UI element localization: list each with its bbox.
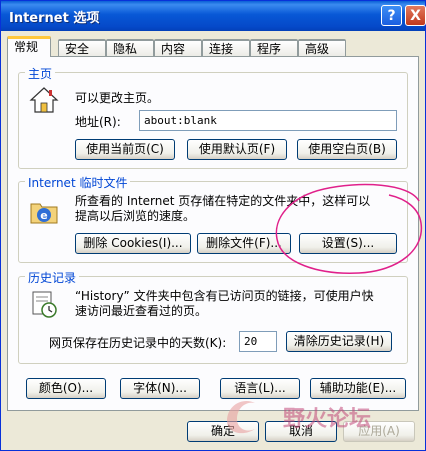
tab-security[interactable]: 安全 bbox=[58, 39, 106, 56]
fonts-button[interactable]: 字体(N)... bbox=[120, 378, 200, 399]
accessibility-button[interactable]: 辅助功能(E)... bbox=[310, 378, 406, 399]
clear-history-button[interactable]: 清除历史记录(H) bbox=[286, 331, 392, 352]
home-page-group: 主页 可以更改主页。 地址(R): about:blank 使用当前页(C) 使… bbox=[18, 65, 408, 169]
use-current-button[interactable]: 使用当前页(C) bbox=[75, 139, 175, 160]
help-button[interactable]: ? bbox=[381, 5, 402, 26]
tab-advanced[interactable]: 高级 bbox=[298, 39, 346, 56]
home-group-label: 主页 bbox=[25, 65, 56, 82]
window-title: Internet 选项 bbox=[9, 11, 100, 26]
history-group: 历史记录 “History” 文件夹中包含有已访问页的链接，可使用户快 速访问最… bbox=[18, 269, 408, 364]
tab-programs[interactable]: 程序 bbox=[250, 39, 298, 56]
close-button[interactable]: X bbox=[405, 5, 426, 26]
colors-button[interactable]: 颜色(O)... bbox=[26, 378, 106, 399]
history-clock-icon bbox=[32, 291, 57, 318]
use-blank-button[interactable]: 使用空白页(B) bbox=[297, 139, 397, 160]
history-days-label: 网页保存在历史记录中的天数(K): bbox=[49, 336, 227, 350]
delete-cookies-button[interactable]: 删除 Cookies(I)... bbox=[75, 233, 191, 254]
annotation-circle bbox=[275, 183, 423, 274]
home-address-input[interactable]: about:blank bbox=[139, 110, 397, 131]
tab-connections[interactable]: 连接 bbox=[202, 39, 250, 56]
address-label: 地址(R): bbox=[75, 115, 121, 129]
history-days-value: 20 bbox=[244, 335, 258, 348]
temp-description-line2: 提高以后浏览的速度。 bbox=[75, 209, 196, 223]
watermark-text: 野火论坛 bbox=[283, 406, 372, 432]
tab-content[interactable]: 内容 bbox=[154, 39, 202, 56]
ie-folder-icon: e bbox=[30, 203, 58, 224]
use-default-button[interactable]: 使用默认页(F) bbox=[187, 139, 287, 160]
history-group-label: 历史记录 bbox=[25, 269, 80, 286]
history-days-spinner[interactable]: 20 bbox=[239, 331, 277, 352]
house-icon bbox=[29, 87, 59, 113]
title-bar[interactable]: Internet 选项 ? X bbox=[1, 1, 426, 31]
svg-text:e: e bbox=[40, 209, 47, 222]
watermark-logo-icon bbox=[227, 401, 255, 434]
temp-group-label: Internet 临时文件 bbox=[25, 174, 131, 191]
internet-options-dialog: Internet 选项 ? X 常规 安全 隐私 内容 连接 程序 高级 主页 … bbox=[0, 0, 426, 451]
home-description: 可以更改主页。 bbox=[75, 91, 160, 105]
history-description-line2: 速访问最近查看过的页。 bbox=[75, 304, 208, 318]
tab-general[interactable]: 常规 bbox=[7, 36, 51, 57]
tab-privacy[interactable]: 隐私 bbox=[106, 39, 154, 56]
